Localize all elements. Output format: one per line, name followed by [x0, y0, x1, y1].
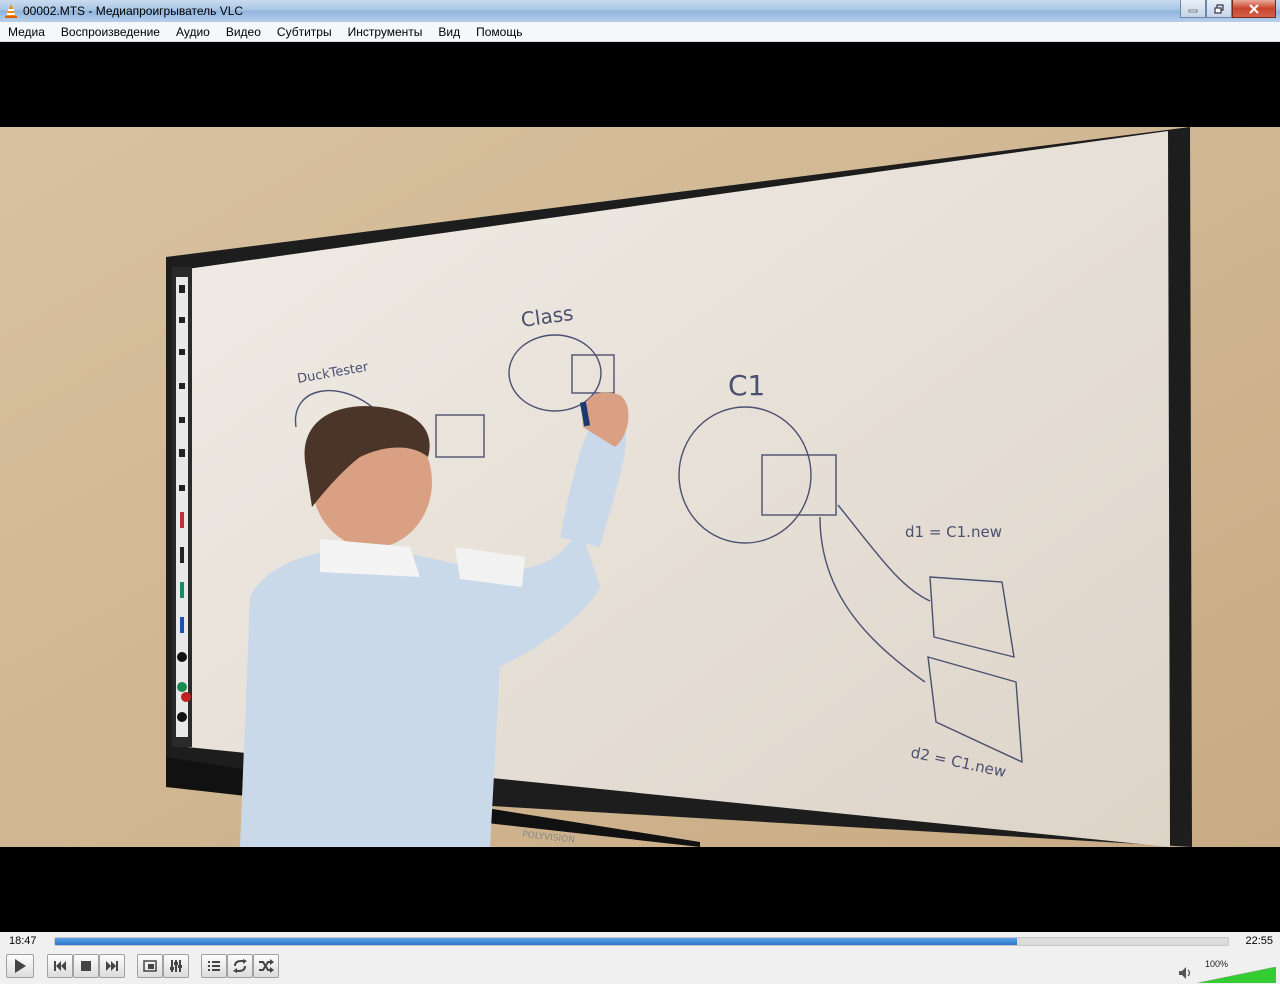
- loop-icon: [233, 959, 247, 973]
- menu-bar: Медиа Воспроизведение Аудио Видео Субтит…: [0, 22, 1280, 42]
- close-button[interactable]: [1232, 0, 1276, 18]
- playlist-button[interactable]: [201, 954, 227, 978]
- restore-icon: [1214, 3, 1224, 14]
- seek-bar-fill: [55, 938, 1017, 945]
- maximize-button[interactable]: [1206, 0, 1232, 18]
- extended-settings-button[interactable]: [163, 954, 189, 978]
- menu-help[interactable]: Помощь: [468, 22, 530, 42]
- previous-icon: [54, 961, 66, 971]
- shuffle-button[interactable]: [253, 954, 279, 978]
- menu-playback[interactable]: Воспроизведение: [53, 22, 168, 42]
- seek-bar[interactable]: [54, 937, 1229, 946]
- video-scene: Class DuckTester C1 d1 = C1.new d2 = C1.…: [0, 127, 1280, 847]
- play-icon: [15, 959, 26, 973]
- menu-subtitles[interactable]: Субтитры: [269, 22, 340, 42]
- vlc-cone-icon: [5, 4, 17, 18]
- player-controls: 18:47 22:55 100%: [0, 932, 1280, 984]
- video-frame[interactable]: Class DuckTester C1 d1 = C1.new d2 = C1.…: [0, 127, 1280, 847]
- video-area[interactable]: Class DuckTester C1 d1 = C1.new d2 = C1.…: [0, 42, 1280, 932]
- previous-button[interactable]: [47, 954, 73, 978]
- stop-button[interactable]: [73, 954, 99, 978]
- elapsed-time[interactable]: 18:47: [9, 935, 37, 947]
- whiteboard-label-c1: C1: [728, 369, 765, 402]
- close-icon: [1249, 3, 1259, 14]
- title-bar: 00002.MTS - Медиапроигрыватель VLC: [0, 0, 1280, 22]
- extended-settings-icon: [170, 960, 182, 972]
- menu-view[interactable]: Вид: [430, 22, 468, 42]
- menu-video[interactable]: Видео: [218, 22, 269, 42]
- stop-icon: [81, 961, 91, 971]
- menu-audio[interactable]: Аудио: [168, 22, 218, 42]
- total-time[interactable]: 22:55: [1245, 935, 1273, 947]
- shuffle-icon: [259, 959, 274, 973]
- fullscreen-icon: [143, 960, 157, 972]
- menu-tools[interactable]: Инструменты: [340, 22, 431, 42]
- minimize-icon: [1188, 9, 1198, 12]
- next-button[interactable]: [99, 954, 125, 978]
- window-controls: [1180, 0, 1276, 18]
- loop-button[interactable]: [227, 954, 253, 978]
- menu-media[interactable]: Медиа: [0, 22, 53, 42]
- fullscreen-button[interactable]: [137, 954, 163, 978]
- next-icon: [106, 961, 118, 971]
- play-button[interactable]: [6, 954, 34, 978]
- minimize-button[interactable]: [1180, 0, 1206, 18]
- playlist-icon: [208, 961, 220, 971]
- speaker-icon[interactable]: [1178, 966, 1192, 980]
- whiteboard-label-d1: d1 = C1.new: [905, 523, 1002, 541]
- window-title: 00002.MTS - Медиапроигрыватель VLC: [23, 4, 244, 18]
- volume-slider[interactable]: [1198, 967, 1276, 983]
